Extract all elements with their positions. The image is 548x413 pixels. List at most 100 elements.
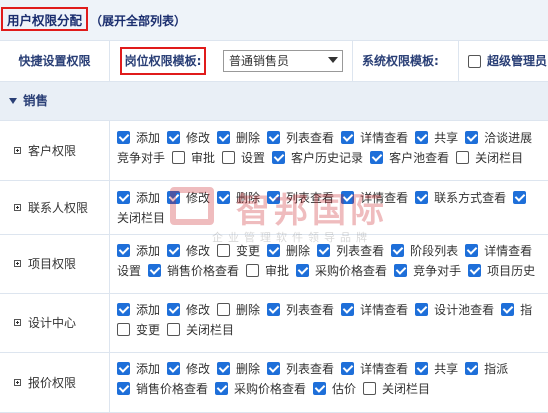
permission-checkbox[interactable]: [415, 303, 429, 316]
expand-plus-icon[interactable]: [14, 378, 21, 386]
permission-checkbox[interactable]: [267, 244, 281, 257]
permission-checkbox[interactable]: [167, 244, 181, 257]
permission-checkbox[interactable]: [217, 131, 231, 144]
permission-option[interactable]: 详情查看: [341, 359, 408, 379]
permission-option[interactable]: 指: [501, 300, 532, 320]
permission-checkbox[interactable]: [341, 191, 355, 204]
permission-option[interactable]: 列表查看: [267, 128, 334, 148]
permission-option[interactable]: 添加: [117, 359, 160, 379]
permission-option[interactable]: 关闭栏目: [117, 208, 165, 228]
permission-checkbox[interactable]: [394, 264, 408, 277]
permission-option[interactable]: 列表查看: [267, 188, 334, 208]
permission-checkbox[interactable]: [117, 382, 130, 395]
permission-option[interactable]: 详情查看: [341, 128, 408, 148]
permission-checkbox[interactable]: [217, 303, 231, 316]
permission-checkbox[interactable]: [217, 244, 231, 257]
permission-option[interactable]: 客户历史记录: [272, 148, 363, 168]
permission-checkbox[interactable]: [267, 191, 281, 204]
permission-checkbox[interactable]: [117, 131, 130, 144]
permission-option[interactable]: 添加: [117, 300, 160, 320]
permission-checkbox[interactable]: [117, 323, 130, 336]
permission-option[interactable]: 指派: [465, 359, 508, 379]
permission-checkbox[interactable]: [501, 303, 515, 316]
permission-checkbox[interactable]: [267, 131, 281, 144]
permission-checkbox[interactable]: [272, 151, 286, 164]
permission-checkbox[interactable]: [217, 362, 231, 375]
permission-checkbox[interactable]: [167, 191, 181, 204]
permission-option[interactable]: 修改: [167, 359, 210, 379]
permission-option[interactable]: 添加: [117, 241, 160, 261]
permission-option[interactable]: 修改: [167, 241, 210, 261]
permission-option[interactable]: 设计池查看: [415, 300, 494, 320]
permission-option[interactable]: 采购价格查看: [215, 379, 306, 399]
permission-option[interactable]: 采购价格查看: [296, 261, 387, 281]
permission-checkbox[interactable]: [313, 382, 327, 395]
permission-option[interactable]: 添加: [117, 128, 160, 148]
permission-checkbox[interactable]: [222, 151, 236, 164]
permission-option[interactable]: 详情查看: [341, 188, 408, 208]
permission-checkbox[interactable]: [465, 362, 479, 375]
permission-checkbox[interactable]: [513, 191, 527, 204]
permission-option[interactable]: 项目历史: [468, 261, 535, 281]
permission-option[interactable]: 销售价格查看: [148, 261, 239, 281]
permission-checkbox[interactable]: [415, 131, 429, 144]
row-name[interactable]: 设计中心: [0, 293, 110, 352]
permission-checkbox[interactable]: [415, 362, 429, 375]
permission-checkbox[interactable]: [117, 191, 130, 204]
permission-option[interactable]: 关闭栏目: [456, 148, 523, 168]
super-admin-checkbox[interactable]: [468, 55, 481, 68]
permission-checkbox[interactable]: [415, 191, 429, 204]
permission-option[interactable]: 详情查看: [465, 241, 532, 261]
permission-option[interactable]: 销售价格查看: [117, 379, 208, 399]
permission-checkbox[interactable]: [267, 303, 281, 316]
permission-checkbox[interactable]: [363, 382, 377, 395]
permission-checkbox[interactable]: [117, 362, 130, 375]
permission-option[interactable]: 列表查看: [317, 241, 384, 261]
permission-option[interactable]: 设置: [117, 261, 141, 281]
row-name[interactable]: 联系人权限: [0, 180, 110, 234]
permission-option[interactable]: 详情查看: [341, 300, 408, 320]
permission-option[interactable]: 添加: [117, 188, 160, 208]
permission-option[interactable]: 修改: [167, 300, 210, 320]
permission-checkbox[interactable]: [167, 303, 181, 316]
permission-checkbox[interactable]: [167, 323, 181, 336]
section-sales-header[interactable]: 销售: [0, 82, 548, 121]
expand-plus-icon[interactable]: [14, 147, 21, 154]
permission-option[interactable]: 估价: [313, 379, 356, 399]
permission-option[interactable]: 洽谈进展: [465, 128, 532, 148]
permission-checkbox[interactable]: [117, 303, 130, 316]
job-template-select[interactable]: 普通销售员: [223, 50, 343, 72]
permission-checkbox[interactable]: [465, 244, 479, 257]
row-name[interactable]: 报价权限: [0, 352, 110, 412]
permission-checkbox[interactable]: [167, 362, 181, 375]
expand-plus-icon[interactable]: [14, 203, 21, 211]
permission-checkbox[interactable]: [341, 303, 355, 316]
permission-checkbox[interactable]: [296, 264, 310, 277]
permission-option[interactable]: 修改: [167, 128, 210, 148]
permission-option[interactable]: 竞争对手: [394, 261, 461, 281]
permission-checkbox[interactable]: [215, 382, 229, 395]
permission-option[interactable]: 审批: [172, 148, 215, 168]
permission-option[interactable]: 变更: [117, 320, 160, 340]
permission-option[interactable]: 修改: [167, 188, 210, 208]
collapse-triangle-icon[interactable]: [9, 98, 17, 104]
permission-checkbox[interactable]: [217, 191, 231, 204]
permission-option[interactable]: 列表查看: [267, 300, 334, 320]
permission-checkbox[interactable]: [167, 131, 181, 144]
permission-checkbox[interactable]: [465, 131, 479, 144]
permission-option[interactable]: [513, 188, 532, 208]
permission-option[interactable]: 客户池查看: [370, 148, 449, 168]
permission-option[interactable]: 删除: [267, 241, 310, 261]
permission-option[interactable]: 变更: [217, 241, 260, 261]
permission-checkbox[interactable]: [172, 151, 186, 164]
permission-checkbox[interactable]: [267, 362, 281, 375]
permission-option[interactable]: 删除: [217, 128, 260, 148]
permission-option[interactable]: 删除: [217, 359, 260, 379]
permission-option[interactable]: 共享: [415, 359, 458, 379]
permission-option[interactable]: 删除: [217, 188, 260, 208]
permission-checkbox[interactable]: [370, 151, 384, 164]
row-name[interactable]: 客户权限: [0, 121, 110, 180]
permission-option[interactable]: 阶段列表: [391, 241, 458, 261]
permission-checkbox[interactable]: [341, 131, 355, 144]
permission-checkbox[interactable]: [148, 264, 162, 277]
